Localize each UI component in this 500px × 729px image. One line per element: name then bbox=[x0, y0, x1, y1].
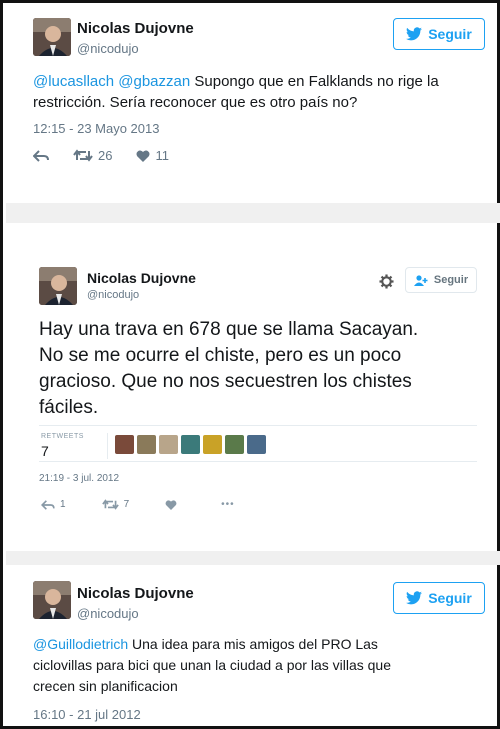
author-name[interactable]: Nicolas Dujovne bbox=[87, 270, 196, 286]
twitter-bird-icon bbox=[406, 27, 423, 41]
retweets-count[interactable]: 7 bbox=[41, 443, 49, 459]
tweet-text: @Guillodietrich Una idea para mis amigos… bbox=[33, 634, 488, 697]
reply-icon bbox=[33, 149, 49, 162]
avatar-photo-icon bbox=[33, 18, 71, 56]
mention-link[interactable]: @Guillodietrich bbox=[33, 636, 128, 652]
retweet-count: 26 bbox=[98, 148, 113, 163]
follow-button[interactable]: Seguir bbox=[405, 267, 477, 293]
tweet-card-1: Nicolas Dujovne @nicodujo Seguir @lucasl… bbox=[11, 9, 495, 183]
reply-action[interactable]: 1 bbox=[41, 499, 66, 510]
heart-icon bbox=[136, 150, 150, 162]
tweet-text-line: gracioso. Que no nos secuestren los chis… bbox=[39, 371, 412, 392]
follow-label: Seguir bbox=[428, 590, 472, 606]
follow-label: Seguir bbox=[433, 274, 469, 286]
more-options-button[interactable]: ••• bbox=[221, 499, 235, 510]
tweet-card-3: Nicolas Dujovne @nicodujo Seguir @Guillo… bbox=[11, 571, 495, 722]
retweets-label: RETWEETS bbox=[41, 433, 84, 440]
retweeter-avatar[interactable] bbox=[137, 435, 156, 454]
tweet-text-part: Una idea para mis amigos del PRO Las bbox=[128, 636, 378, 652]
add-user-icon bbox=[413, 274, 428, 286]
retweet-action[interactable]: 26 bbox=[73, 148, 112, 163]
mention-link[interactable]: @gbazzan bbox=[118, 73, 190, 90]
retweet-count: 7 bbox=[123, 499, 130, 510]
reply-action[interactable] bbox=[33, 149, 49, 162]
follow-label: Seguir bbox=[428, 26, 472, 42]
author-handle[interactable]: @nicodujo bbox=[77, 41, 139, 56]
reply-icon bbox=[41, 499, 55, 510]
tweet-text-part: ciclovillas para bici que unan la ciudad… bbox=[33, 657, 391, 673]
divider bbox=[107, 433, 108, 459]
tweet-text: @lucasllach @gbazzan Supongo que en Falk… bbox=[33, 71, 483, 113]
retweeter-avatar[interactable] bbox=[247, 435, 266, 454]
tweet-timestamp[interactable]: 16:10 - 21 jul 2012 bbox=[33, 707, 141, 722]
retweeter-avatars bbox=[115, 435, 266, 454]
twitter-bird-icon bbox=[406, 591, 423, 605]
tweet-timestamp[interactable]: 21:19 - 3 jul. 2012 bbox=[39, 473, 119, 484]
screenshot-frame: Nicolas Dujovne @nicodujo Seguir @lucasl… bbox=[0, 0, 500, 729]
author-handle[interactable]: @nicodujo bbox=[87, 289, 139, 301]
avatar[interactable] bbox=[33, 581, 71, 619]
avatar-photo-icon bbox=[39, 267, 77, 305]
author-handle[interactable]: @nicodujo bbox=[77, 606, 139, 621]
avatar[interactable] bbox=[33, 18, 71, 56]
tweet-text-line: fáciles. bbox=[39, 397, 99, 418]
tweet-actions: 1 7 ••• bbox=[41, 499, 259, 510]
tweet-text-part: restricción. Sería reconocer que es otro… bbox=[33, 94, 358, 111]
mention-link[interactable]: @lucasllach bbox=[33, 73, 114, 90]
tweet-text-line: No se me ocurre el chiste, pero es un po… bbox=[39, 345, 402, 366]
retweet-icon bbox=[73, 149, 93, 162]
author-name[interactable]: Nicolas Dujovne bbox=[77, 585, 194, 602]
follow-button[interactable]: Seguir bbox=[393, 18, 485, 50]
tweet-timestamp[interactable]: 12:15 - 23 Mayo 2013 bbox=[33, 121, 159, 136]
like-action[interactable]: 11 bbox=[136, 148, 169, 163]
heart-icon bbox=[165, 499, 177, 510]
like-count: 11 bbox=[155, 148, 169, 163]
tweet-text-line: Hay una trava en 678 que se llama Sacaya… bbox=[39, 319, 419, 340]
more-icon: ••• bbox=[221, 499, 235, 510]
tweet-text-part: Supongo que en Falklands no rige la bbox=[190, 73, 439, 90]
reply-count: 1 bbox=[60, 499, 66, 510]
tweet-text-part: crecen sin planificacion bbox=[33, 678, 178, 694]
separator bbox=[6, 551, 500, 565]
tweet-text: Hay una trava en 678 que se llama Sacaya… bbox=[39, 317, 479, 421]
tweet-actions: 26 11 bbox=[33, 148, 193, 163]
retweeter-avatar[interactable] bbox=[115, 435, 134, 454]
author-name[interactable]: Nicolas Dujovne bbox=[77, 20, 194, 37]
follow-button[interactable]: Seguir bbox=[393, 582, 485, 614]
like-action[interactable] bbox=[165, 499, 177, 510]
divider bbox=[39, 425, 477, 426]
separator bbox=[6, 203, 500, 223]
retweet-icon bbox=[101, 499, 119, 510]
retweet-action[interactable]: 7 bbox=[101, 499, 130, 510]
tweet-card-2: Nicolas Dujovne @nicodujo Seguir Hay una… bbox=[11, 247, 495, 547]
retweeter-avatar[interactable] bbox=[159, 435, 178, 454]
gear-icon[interactable] bbox=[379, 274, 394, 289]
retweeter-avatar[interactable] bbox=[181, 435, 200, 454]
retweeter-avatar[interactable] bbox=[203, 435, 222, 454]
avatar[interactable] bbox=[39, 267, 77, 305]
retweeter-avatar[interactable] bbox=[225, 435, 244, 454]
divider bbox=[39, 461, 477, 462]
avatar-photo-icon bbox=[33, 581, 71, 619]
